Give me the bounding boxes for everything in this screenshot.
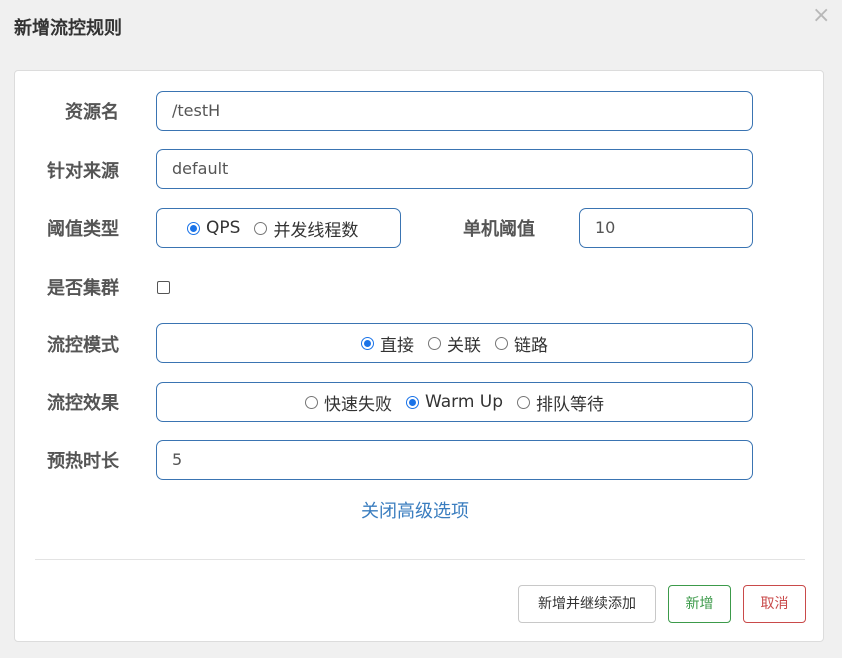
radio-label-relate: 关联 xyxy=(447,335,481,356)
flow-effect-label: 流控效果 xyxy=(47,393,119,414)
radio-option-chain[interactable]: 链路 xyxy=(495,331,548,356)
radio-option-direct[interactable]: 直接 xyxy=(361,331,414,356)
radio-option-queue[interactable]: 排队等待 xyxy=(517,390,604,415)
radio-chain[interactable] xyxy=(495,336,508,350)
resource-input[interactable]: /testH xyxy=(156,91,753,131)
radio-option-warm-up[interactable]: Warm Up xyxy=(405,392,504,412)
limit-app-input[interactable]: default xyxy=(156,149,753,189)
footer-divider xyxy=(35,559,805,560)
resource-label: 资源名 xyxy=(65,102,119,123)
single-threshold-label: 单机阈值 xyxy=(463,219,535,240)
radio-label-queue: 排队等待 xyxy=(536,394,605,415)
close-advanced-link[interactable]: 关闭高级选项 xyxy=(361,500,469,524)
radio-label-chain: 链路 xyxy=(514,335,548,356)
cluster-checkbox[interactable] xyxy=(157,281,170,294)
warmup-input[interactable]: 5 xyxy=(156,440,753,480)
threshold-type-group: QPS 并发线程数 xyxy=(156,208,401,248)
radio-fail-fast[interactable] xyxy=(304,395,318,409)
cancel-button[interactable]: 取消 xyxy=(743,585,806,623)
radio-label-warm-up: Warm Up xyxy=(424,392,504,412)
radio-relate[interactable] xyxy=(428,336,441,350)
radio-label-qps: QPS xyxy=(206,218,241,238)
warmup-label: 预热时长 xyxy=(47,451,119,472)
radio-option-qps[interactable]: QPS xyxy=(187,218,240,238)
add-button[interactable]: 新增 xyxy=(668,585,731,623)
radio-qps[interactable] xyxy=(187,221,200,235)
radio-label-direct: 直接 xyxy=(380,335,414,356)
cluster-label: 是否集群 xyxy=(47,278,119,299)
radio-threads[interactable] xyxy=(254,221,268,235)
close-icon[interactable]: × xyxy=(812,4,830,28)
radio-label-threads: 并发线程数 xyxy=(273,220,359,241)
single-threshold-input[interactable]: 10 xyxy=(579,208,753,248)
add-continue-button[interactable]: 新增并继续添加 xyxy=(518,585,656,623)
limit-app-label: 针对来源 xyxy=(47,161,119,182)
radio-label-fail-fast: 快速失败 xyxy=(323,394,392,415)
flow-mode-group: 直接 关联 链路 xyxy=(156,323,753,363)
flow-effect-group: 快速失败 Warm Up 排队等待 xyxy=(156,382,753,422)
radio-option-relate[interactable]: 关联 xyxy=(428,331,481,356)
radio-direct[interactable] xyxy=(361,336,374,350)
radio-queue[interactable] xyxy=(517,395,531,409)
radio-warm-up[interactable] xyxy=(405,395,419,409)
flow-mode-label: 流控模式 xyxy=(47,335,119,356)
threshold-type-label: 阈值类型 xyxy=(47,219,119,240)
form-panel: 资源名 /testH 针对来源 default 阈值类型 QPS 并发线程数 单… xyxy=(14,70,824,642)
radio-option-threads[interactable]: 并发线程数 xyxy=(254,216,358,241)
dialog-title: 新增流控规则 xyxy=(14,18,122,39)
flow-rule-dialog: 新增流控规则 × 资源名 /testH 针对来源 default 阈值类型 QP… xyxy=(0,0,842,658)
radio-option-fail-fast[interactable]: 快速失败 xyxy=(304,390,392,415)
